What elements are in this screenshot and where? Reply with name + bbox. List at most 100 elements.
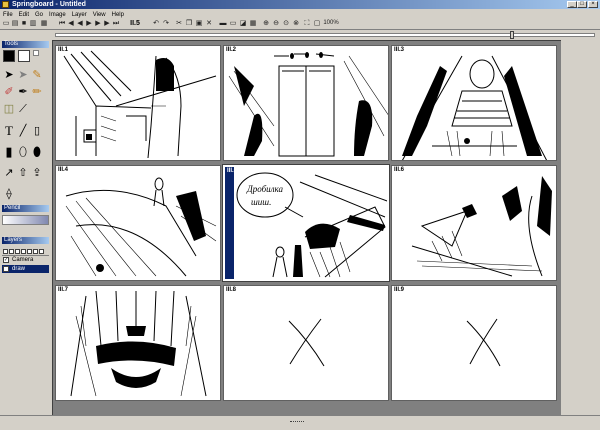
arrow-select-icon[interactable]: ➤ — [3, 68, 15, 82]
camera-icon[interactable]: ▬ — [219, 19, 227, 28]
last-frame-icon[interactable]: ⏭ — [112, 19, 120, 28]
right-panel — [561, 40, 600, 415]
panel-label: III.7 — [58, 287, 69, 293]
brush-icon[interactable]: ✐ — [3, 85, 15, 99]
layer-down-icon[interactable] — [21, 249, 26, 254]
foreground-color-swatch[interactable] — [3, 50, 15, 62]
export-icon[interactable]: ▥ — [29, 19, 37, 28]
rectangle-tool-icon[interactable]: ▯ — [31, 124, 43, 138]
storyboard-panel-3[interactable]: III.3 — [391, 45, 557, 161]
timeline-scrubber[interactable] — [0, 30, 600, 40]
panel-2-sketch — [228, 52, 388, 157]
grid-icon[interactable]: ▦ — [249, 19, 257, 28]
storyboard-panel-5[interactable]: III.5 Дробилка шиш. — [223, 165, 389, 281]
panel-label: III.2 — [226, 47, 237, 53]
window-icon[interactable]: ▢ — [313, 19, 321, 28]
add-layer-icon[interactable] — [3, 249, 8, 254]
eyedropper-icon[interactable]: ⟋ — [17, 102, 29, 116]
arrow-tool-icon[interactable]: ↗ — [3, 166, 15, 180]
text-tool-icon[interactable]: T — [3, 124, 15, 138]
zoom-in-icon[interactable]: ⊕ — [262, 19, 270, 28]
eraser-icon[interactable]: ◫ — [3, 102, 15, 116]
storyboard-panel-8[interactable]: III.8 — [223, 285, 389, 401]
swap-colors-icon[interactable] — [33, 50, 39, 56]
zoom-fit-icon[interactable]: ⊗ — [292, 19, 300, 28]
panel-7-sketch — [70, 290, 207, 397]
layer-visibility-checkbox[interactable]: ✓ — [3, 266, 9, 272]
close-button[interactable]: × — [588, 1, 598, 8]
delete-icon[interactable]: ✕ — [205, 19, 213, 28]
storyboard-panel-2[interactable]: III.2 — [223, 45, 389, 161]
layer-item-camera[interactable]: ✓ Camera — [2, 256, 49, 264]
panel-label: III.6 — [394, 167, 405, 173]
layer-name: draw — [12, 266, 26, 272]
subselect-icon[interactable]: ➤ — [17, 68, 29, 82]
layer-up-icon[interactable] — [15, 249, 20, 254]
panel-label: III.5 — [227, 168, 238, 174]
line-tool-icon[interactable]: ╱ — [17, 124, 29, 138]
fullscreen-icon[interactable]: ⛶ — [303, 19, 311, 28]
app-icon — [2, 1, 9, 8]
background-color-swatch[interactable] — [18, 50, 30, 62]
ellipse-tool-icon[interactable]: ⬯ — [17, 145, 29, 159]
empty-panel-cross-icon — [466, 318, 501, 367]
panel-5-caption-line1: Дробилка — [246, 184, 284, 194]
storyboard-panel-4[interactable]: III.4 — [55, 165, 221, 281]
layer-visibility-checkbox[interactable]: ✓ — [3, 257, 9, 263]
storyboard-panel-6[interactable]: III.6 — [391, 165, 557, 281]
fill-icon[interactable]: ◪ — [239, 19, 247, 28]
frame-icon[interactable]: ▭ — [229, 19, 237, 28]
zoom-camera-icon[interactable]: ⟠ — [3, 187, 15, 201]
panel-5-caption-line2: шиш. — [251, 197, 271, 207]
timeline-track[interactable] — [55, 33, 595, 37]
minimize-button[interactable]: _ — [567, 1, 577, 8]
panel-4-sketch — [65, 177, 217, 277]
maximize-button[interactable]: □ — [577, 1, 587, 8]
fast-forward-icon[interactable]: ▶ — [103, 19, 111, 28]
paste-icon[interactable]: ▣ — [195, 19, 203, 28]
save-icon[interactable]: ■ — [20, 19, 28, 28]
pencil-icon[interactable]: ✎ — [31, 68, 43, 82]
storyboard-panel-7[interactable]: III.7 — [55, 285, 221, 401]
storyboard-panel-9[interactable]: III.9 — [391, 285, 557, 401]
camera-move-icon[interactable]: ⇪ — [31, 166, 43, 180]
storyboard-workspace: III.1 III.2 III.3 III.4 III.5 Дробилка ш… — [52, 40, 561, 416]
panel-label: III.8 — [226, 287, 237, 293]
open-icon[interactable]: ▤ — [11, 19, 19, 28]
marker-icon[interactable]: ✒ — [17, 85, 29, 99]
play-icon[interactable]: ▶ — [85, 19, 93, 28]
undo-icon[interactable]: ↶ — [152, 19, 160, 28]
timeline-handle[interactable] — [510, 31, 514, 39]
move-arrow-icon[interactable]: ⇧ — [17, 166, 29, 180]
merge-layer-icon[interactable] — [39, 249, 44, 254]
zoom-icon[interactable]: ⊙ — [282, 19, 290, 28]
new-icon[interactable]: ▭ — [2, 19, 10, 28]
delete-layer-icon[interactable] — [33, 249, 38, 254]
duplicate-layer-icon[interactable] — [9, 249, 14, 254]
prev-frame-icon[interactable]: ◀ — [76, 19, 84, 28]
zoom-out-icon[interactable]: ⊖ — [272, 19, 280, 28]
layer-item-draw[interactable]: ✓ draw — [2, 265, 49, 273]
left-panel: Tools ➤ ➤ ✎ ✐ ✒ ✏ ◫ ⟋ T ╱ ▯ ▮ ⬯ ⬮ ↗ ⇧ ⇪ … — [0, 40, 51, 429]
cut-icon[interactable]: ✂ — [175, 19, 183, 28]
tools-header: Tools — [2, 41, 49, 48]
panel-label: III.9 — [394, 287, 405, 293]
pencil-size-slider[interactable] — [2, 215, 49, 225]
next-frame-icon[interactable]: ▶ — [94, 19, 102, 28]
panel-label: III.1 — [58, 47, 69, 53]
layers-header: Layers — [2, 237, 49, 244]
redo-icon[interactable]: ↷ — [162, 19, 170, 28]
copy-icon[interactable]: ❐ — [185, 19, 193, 28]
panel-label: III.4 — [58, 167, 69, 173]
layer-props-icon[interactable] — [27, 249, 32, 254]
resize-grip[interactable] — [290, 421, 304, 425]
pen-icon[interactable]: ✏ — [31, 85, 43, 99]
filled-ellipse-icon[interactable]: ⬮ — [31, 145, 43, 159]
filled-rectangle-icon[interactable]: ▮ — [3, 145, 15, 159]
first-frame-icon[interactable]: ⏮ — [58, 19, 66, 28]
panel-3-sketch — [401, 55, 548, 160]
rewind-icon[interactable]: ◀ — [67, 19, 75, 28]
storyboard-panel-1[interactable]: III.1 — [55, 45, 221, 161]
panel-6-sketch — [411, 176, 552, 277]
print-icon[interactable]: ▦ — [40, 19, 48, 28]
